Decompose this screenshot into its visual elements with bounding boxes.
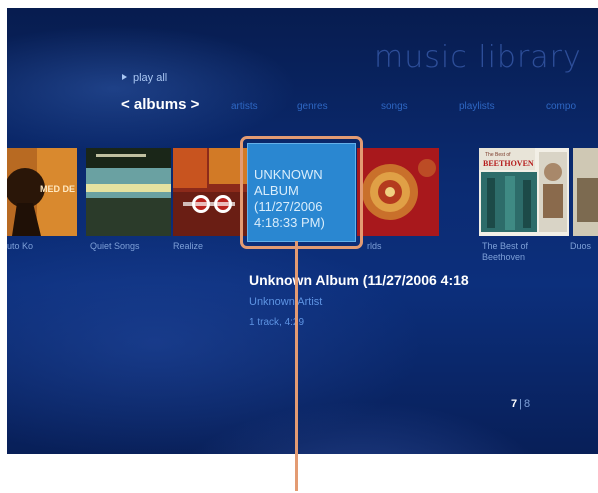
album-label-1: uto Ko bbox=[7, 241, 34, 251]
album-art-1: MED DE bbox=[7, 148, 77, 236]
album-cover-2[interactable] bbox=[86, 148, 171, 236]
play-icon bbox=[122, 74, 127, 80]
play-all-link[interactable]: play all bbox=[122, 72, 167, 84]
page-indicator: 7 | 8 bbox=[511, 398, 530, 410]
album-label-5: The Best of Beethoven bbox=[482, 241, 529, 262]
page-title: music library bbox=[374, 40, 582, 75]
album-cover-4[interactable] bbox=[357, 148, 439, 236]
album-cover-1[interactable]: MED DE bbox=[7, 148, 77, 236]
nav-composers[interactable]: compo bbox=[546, 101, 576, 112]
nav-genres[interactable]: genres bbox=[297, 101, 328, 112]
figure: music library play all < albums > artist… bbox=[0, 0, 598, 493]
album-art-text-5b: BEETHOVEN bbox=[483, 159, 534, 168]
selected-album-title: Unknown Album (11/27/2006 4:18 bbox=[249, 272, 469, 288]
album-art-4 bbox=[357, 148, 439, 236]
album-label-4: rlds bbox=[367, 241, 382, 251]
page-separator: | bbox=[519, 398, 522, 410]
album-label-2: Quiet Songs bbox=[90, 241, 140, 251]
selected-album-artist: Unknown Artist bbox=[249, 296, 323, 308]
album-art-2 bbox=[86, 148, 171, 236]
play-all-label: play all bbox=[133, 72, 168, 84]
nav-songs[interactable]: songs bbox=[381, 101, 408, 112]
album-art-5: The Best of BEETHOVEN bbox=[479, 148, 569, 236]
album-art-6 bbox=[573, 148, 598, 236]
selection-highlight bbox=[240, 136, 363, 249]
media-center-screen: music library play all < albums > artist… bbox=[7, 8, 598, 454]
album-cover-6[interactable] bbox=[573, 148, 598, 236]
album-art-3 bbox=[173, 148, 247, 236]
nav-albums[interactable]: < albums > bbox=[121, 96, 199, 113]
album-label-6: Duos bbox=[570, 241, 592, 251]
nav-playlists[interactable]: playlists bbox=[459, 101, 495, 112]
album-label-3: Realize bbox=[173, 241, 204, 251]
album-cover-3[interactable] bbox=[173, 148, 247, 236]
album-art-text-5a: The Best of bbox=[485, 152, 511, 158]
album-cover-5[interactable]: The Best of BEETHOVEN bbox=[479, 148, 569, 236]
page-total: 8 bbox=[523, 398, 531, 410]
album-art-text-1: MED DE bbox=[40, 184, 75, 194]
callout-line bbox=[295, 241, 298, 491]
nav-artists[interactable]: artists bbox=[231, 101, 258, 112]
